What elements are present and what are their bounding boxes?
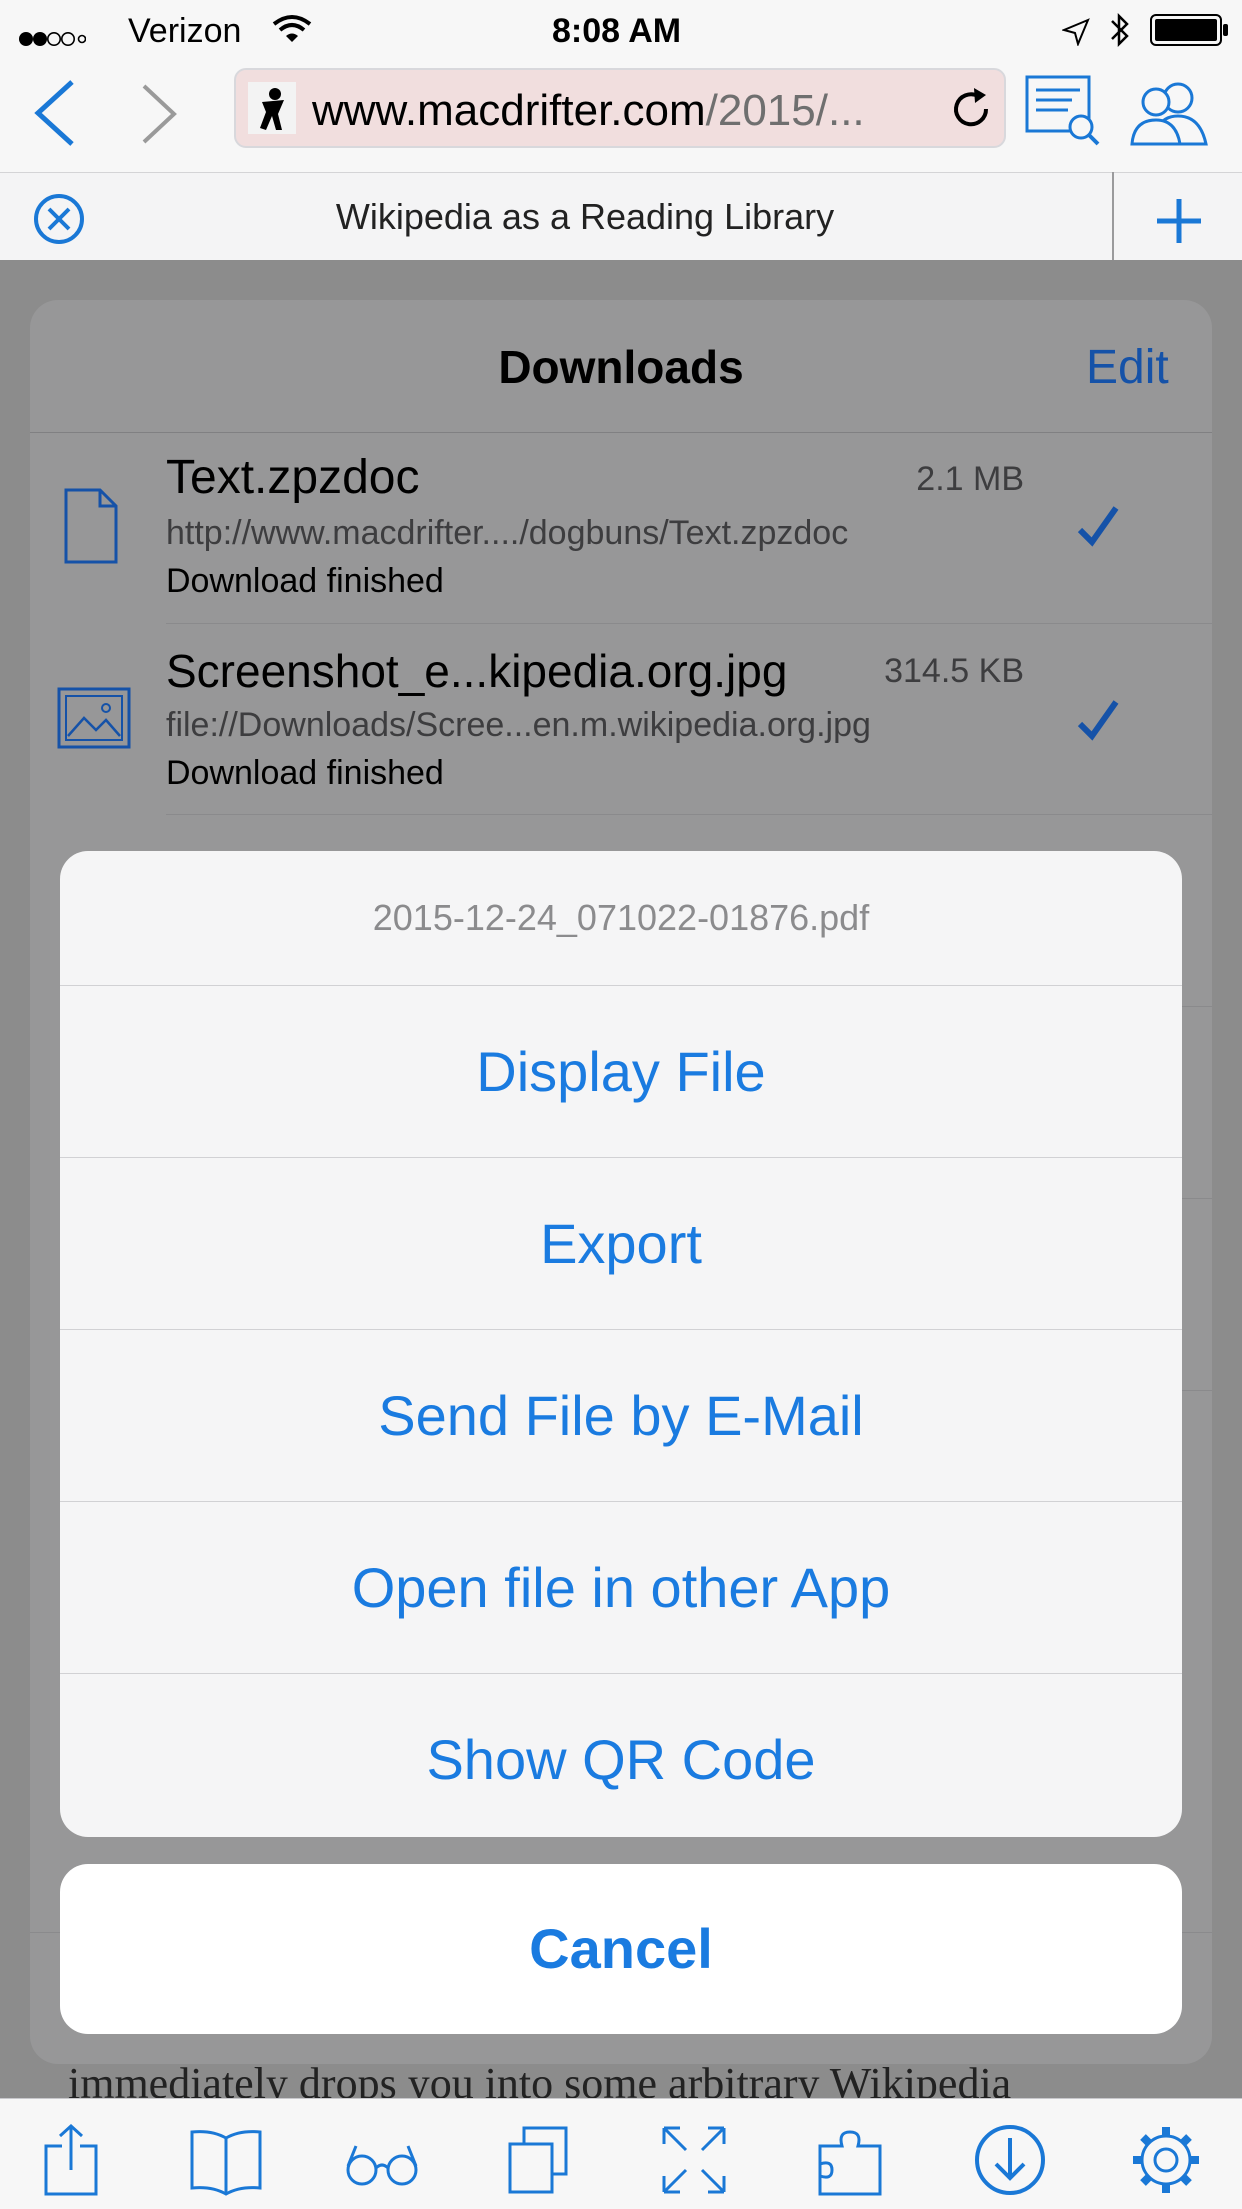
bookmarks-icon[interactable] — [186, 2124, 266, 2196]
edit-button[interactable]: Edit — [1086, 340, 1169, 395]
action-sheet: 2015-12-24_071022-01876.pdf Display File… — [60, 851, 1182, 1837]
status-bar: Verizon 8:08 AM — [0, 0, 1242, 60]
tabs-icon[interactable] — [498, 2124, 578, 2196]
send-email-button[interactable]: Send File by E-Mail — [60, 1330, 1182, 1502]
url-host: www.macdrifter.com — [312, 86, 706, 135]
cancel-button[interactable]: Cancel — [60, 1864, 1182, 2034]
document-file-icon — [62, 486, 120, 571]
open-in-app-button[interactable]: Open file in other App — [60, 1502, 1182, 1674]
profiles-icon[interactable] — [1128, 78, 1210, 153]
checkmark-icon — [1076, 504, 1120, 553]
tab-title[interactable]: Wikipedia as a Reading Library — [110, 196, 1060, 238]
tab-divider — [1112, 172, 1114, 260]
forward-button[interactable] — [140, 82, 180, 151]
reader-search-icon[interactable] — [1024, 74, 1102, 153]
fullscreen-icon[interactable] — [654, 2124, 734, 2196]
location-arrow-icon — [1060, 16, 1090, 55]
download-item-size: 314.5 KB — [884, 652, 1024, 690]
share-icon[interactable] — [34, 2123, 114, 2196]
carrier-label: Verizon — [128, 12, 242, 50]
download-item-url: http://www.macdrifter..../dogbuns/Text.z… — [166, 514, 849, 552]
download-item-name[interactable]: Screenshot_e...kipedia.org.jpg — [166, 644, 787, 698]
reload-icon[interactable] — [948, 86, 994, 137]
checkmark-icon — [1076, 698, 1120, 747]
reading-glasses-icon[interactable] — [342, 2124, 422, 2196]
clock: 8:08 AM — [552, 12, 682, 50]
display-file-button[interactable]: Display File — [60, 986, 1182, 1158]
url-text[interactable]: www.macdrifter.com/2015/... — [312, 86, 865, 136]
close-tab-icon[interactable] — [32, 192, 86, 251]
signal-dots-icon — [18, 17, 87, 56]
download-item-status: Download finished — [166, 754, 444, 792]
bluetooth-icon — [1108, 12, 1132, 57]
download-item-url: file://Downloads/Scree...en.m.wikipedia.… — [166, 706, 871, 744]
download-item-size: 2.1 MB — [916, 460, 1024, 498]
row-separator — [166, 814, 1212, 815]
download-item-name[interactable]: Text.zpzdoc — [166, 450, 419, 505]
downloads-title: Downloads — [498, 341, 744, 393]
wifi-icon — [272, 14, 312, 53]
export-button[interactable]: Export — [60, 1158, 1182, 1330]
row-separator — [166, 623, 1212, 624]
new-tab-icon[interactable] — [1154, 196, 1204, 251]
back-button[interactable] — [32, 78, 78, 153]
favicon — [248, 82, 296, 134]
show-qr-code-button[interactable]: Show QR Code — [60, 1674, 1182, 1837]
download-item-status: Download finished — [166, 562, 444, 600]
image-file-icon — [56, 686, 132, 755]
url-path: /2015/... — [705, 86, 865, 135]
battery-icon — [1150, 14, 1230, 55]
action-sheet-title: 2015-12-24_071022-01876.pdf — [60, 851, 1182, 986]
extensions-puzzle-icon[interactable] — [812, 2124, 892, 2196]
settings-gear-icon[interactable] — [1126, 2124, 1206, 2196]
downloads-icon[interactable] — [970, 2124, 1050, 2196]
